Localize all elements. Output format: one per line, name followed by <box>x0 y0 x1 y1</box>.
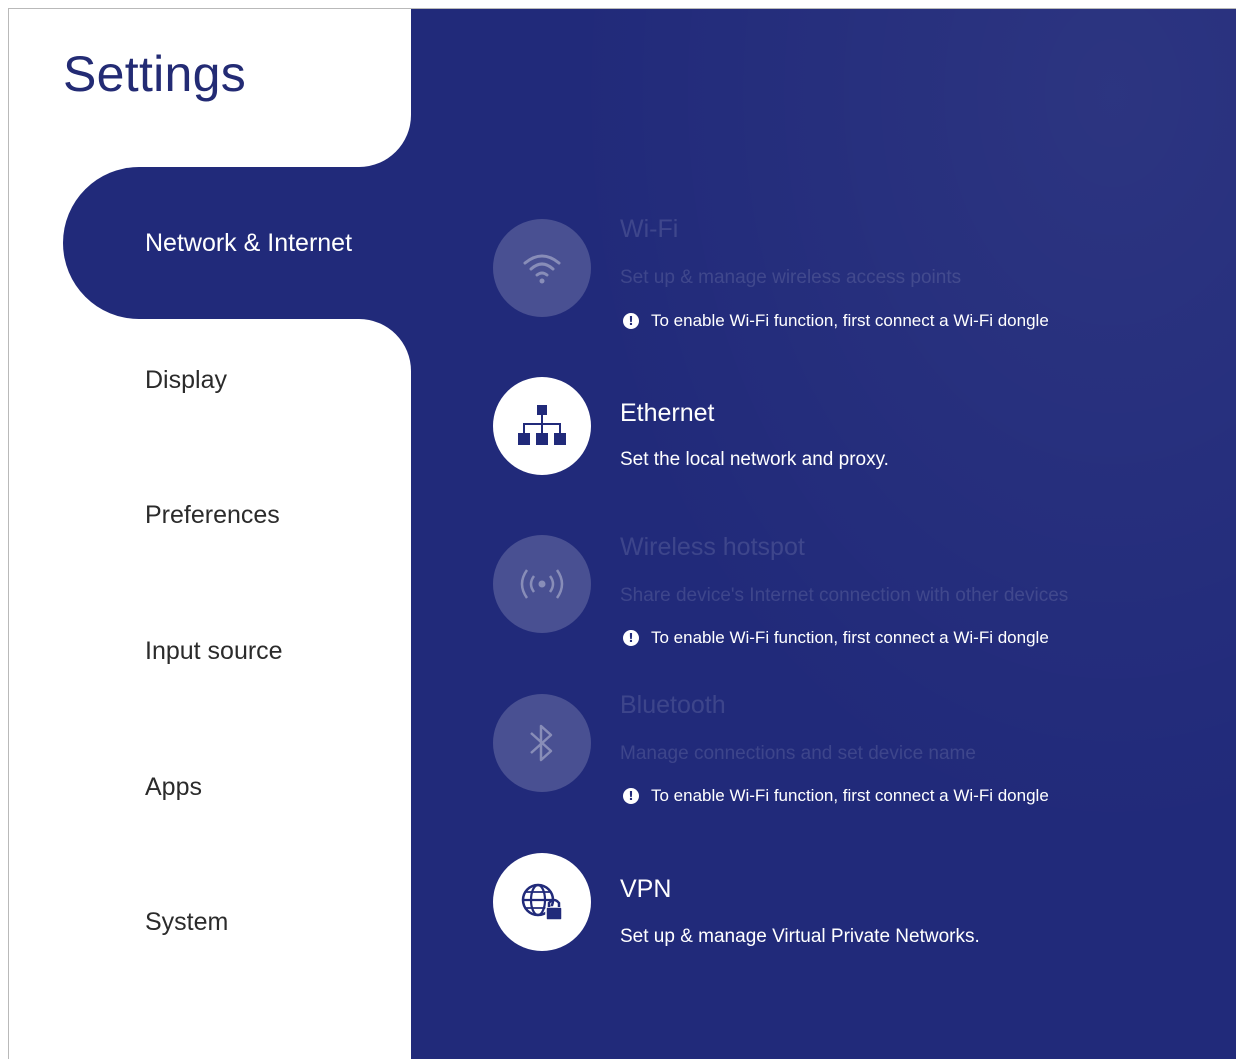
ethernet-description: Set the local network and proxy. <box>620 449 889 470</box>
sidebar-item-apps[interactable]: Apps <box>145 772 202 802</box>
active-tab-corner-top <box>359 115 411 167</box>
page-title: Settings <box>63 46 247 102</box>
vpn-setting[interactable]: VPN Set up & manage Virtual Private Netw… <box>493 853 1233 953</box>
network-icon <box>493 377 591 475</box>
hotspot-notice-text: To enable Wi-Fi function, first connect … <box>651 628 1049 647</box>
info-icon: ! <box>623 630 639 646</box>
hotspot-title: Wireless hotspot <box>620 533 805 561</box>
hotspot-icon <box>493 535 591 633</box>
bluetooth-setting: Bluetooth Manage connections and set dev… <box>493 687 1233 817</box>
sidebar-item-system[interactable]: System <box>145 907 228 937</box>
hotspot-notice: ! To enable Wi-Fi function, first connec… <box>623 628 1049 648</box>
info-icon: ! <box>623 788 639 804</box>
bluetooth-notice: ! To enable Wi-Fi function, first connec… <box>623 786 1049 806</box>
sidebar-item-network-internet[interactable]: Network & Internet <box>145 228 352 258</box>
vpn-title: VPN <box>620 875 672 903</box>
vpn-globe-lock-icon <box>493 853 591 951</box>
settings-window: Settings Network & Internet Display Pref… <box>8 8 1236 1059</box>
info-icon: ! <box>623 313 639 329</box>
bluetooth-description: Manage connections and set device name <box>620 743 976 764</box>
sidebar-item-preferences[interactable]: Preferences <box>145 500 280 530</box>
wifi-icon <box>493 219 591 317</box>
hotspot-description: Share device's Internet connection with … <box>620 585 1069 606</box>
vpn-description: Set up & manage Virtual Private Networks… <box>620 926 980 947</box>
bluetooth-title: Bluetooth <box>620 691 726 719</box>
ethernet-setting[interactable]: Ethernet Set the local network and proxy… <box>493 377 1233 477</box>
sidebar: Settings Network & Internet Display Pref… <box>9 9 423 1059</box>
hotspot-setting: Wireless hotspot Share device's Internet… <box>493 529 1233 659</box>
wifi-setting: Wi-Fi Set up & manage wireless access po… <box>493 211 1233 341</box>
wifi-notice: ! To enable Wi-Fi function, first connec… <box>623 311 1049 331</box>
sidebar-item-display[interactable]: Display <box>145 365 227 395</box>
active-tab-corner-bottom <box>359 319 411 371</box>
ethernet-title: Ethernet <box>620 399 715 427</box>
wifi-notice-text: To enable Wi-Fi function, first connect … <box>651 311 1049 330</box>
sidebar-item-input-source[interactable]: Input source <box>145 636 283 666</box>
wifi-description: Set up & manage wireless access points <box>620 267 962 288</box>
wifi-title: Wi-Fi <box>620 215 679 243</box>
bluetooth-icon <box>493 694 591 792</box>
bluetooth-notice-text: To enable Wi-Fi function, first connect … <box>651 786 1049 805</box>
